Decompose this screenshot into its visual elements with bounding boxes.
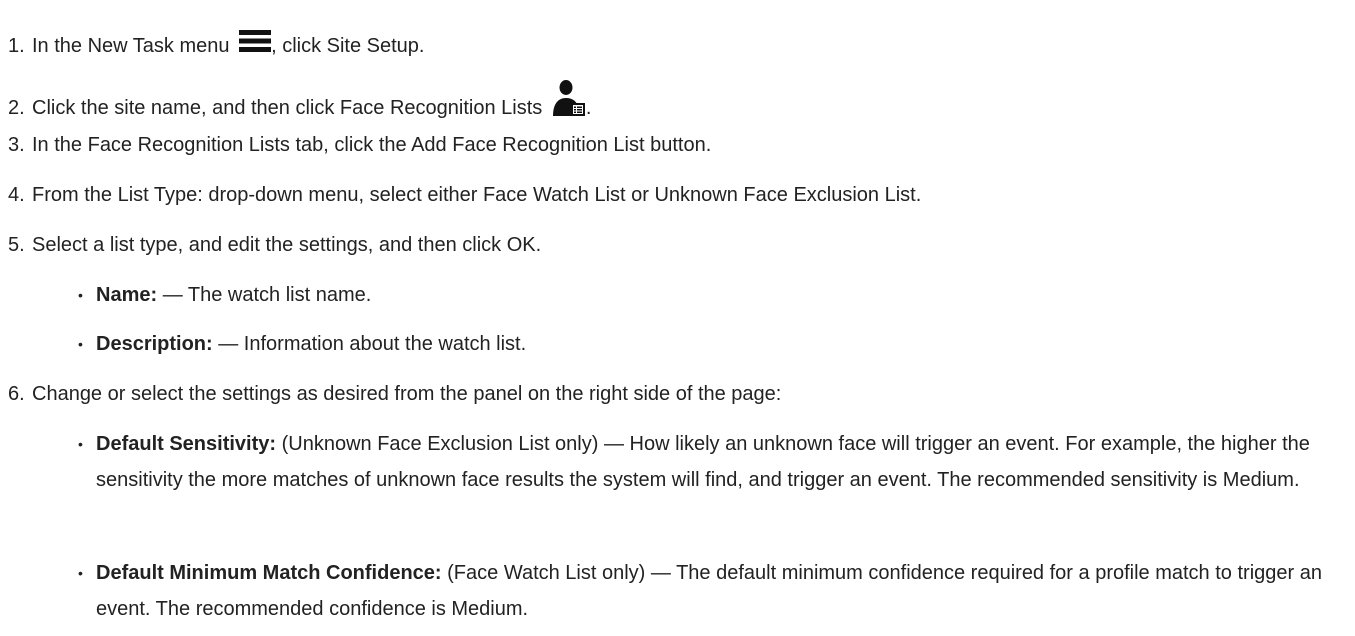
step-4: 4. From the List Type: drop-down menu, se… [8,181,921,209]
step-number: 6. [8,383,25,405]
step-5: 5. Select a list type, and edit the setti… [8,231,541,259]
step-number: 1. [8,35,25,57]
step-text-after: , click Site Setup. [271,35,425,57]
step-5-bullet-description: Description: — Information about the wat… [78,330,527,358]
step-6: 6. Change or select the settings as desir… [8,380,781,408]
step-text: In the New Task menu [32,35,236,57]
step-2: 2. Click the site name, and then click Fa… [8,80,591,122]
step-text: In the Face Recognition Lists tab, click… [32,134,712,156]
step-5-bullet-name: Name: — The watch list name. [78,281,372,309]
step-text: Select a list type, and edit the setting… [32,234,542,256]
step-6-bullet-min-match-confidence: Default Minimum Match Confidence: (Face … [78,555,1336,627]
step-6-bullet-default-sensitivity: Default Sensitivity: (Unknown Face Exclu… [78,426,1336,498]
step-text: Change or select the settings as desired… [32,383,782,405]
bullet-term: Default Minimum Match Confidence: [96,562,442,584]
step-text-after: . [585,97,592,119]
face-recognition-list-icon [552,80,585,116]
hamburger-menu-icon [239,30,272,52]
bullet-description: — Information about the watch list. [212,333,527,355]
step-text: From the List Type: drop-down menu, sele… [32,184,922,206]
bullet-description: (Unknown Face Exclusion List only) — How… [96,433,1310,491]
step-3: 3. In the Face Recognition Lists tab, cli… [8,131,711,159]
bullet-term: Name: [96,284,158,306]
step-number: 3. [8,134,25,156]
step-text: Click the site name, and then click Face… [32,97,548,119]
step-number: 4. [8,184,25,206]
bullet-term: Default Sensitivity: [96,433,277,455]
step-number: 2. [8,97,25,119]
step-number: 5. [8,234,25,256]
step-1: 1. In the New Task menu , click Site Setu… [8,28,424,60]
bullet-description: — The watch list name. [157,284,372,306]
bullet-term: Description: [96,333,213,355]
